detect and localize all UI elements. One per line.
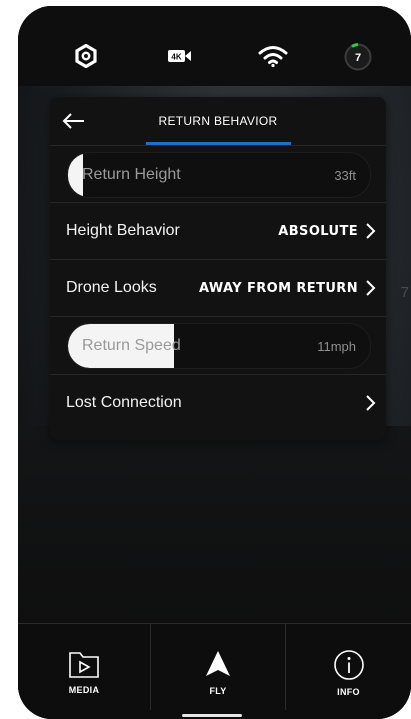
camera-4k-icon: 4K: [168, 50, 191, 62]
bottom-nav: MEDIA FLY INFO: [18, 623, 411, 719]
return-speed-value: 11mph: [317, 339, 356, 354]
return-speed-row: Return Speed 11mph: [50, 317, 386, 375]
return-speed-slider[interactable]: Return Speed 11mph: [67, 323, 371, 369]
camera-mode-button[interactable]: 4K: [166, 42, 194, 70]
height-behavior-label: Height Behavior: [66, 222, 180, 239]
title-underline: [146, 142, 291, 145]
return-speed-label: Return Speed: [82, 337, 181, 354]
resolution-badge: 4K: [171, 53, 181, 62]
nav-fly-label: FLY: [209, 686, 227, 696]
settings-icon: [75, 44, 97, 68]
nav-media-label: MEDIA: [68, 685, 100, 695]
nav-media[interactable]: MEDIA: [18, 624, 150, 719]
height-behavior-value: ABSOLUTE: [278, 224, 358, 239]
height-behavior-row[interactable]: Height Behavior ABSOLUTE: [50, 203, 386, 260]
lost-connection-row[interactable]: Lost Connection: [50, 375, 386, 431]
background-digit: 7: [400, 284, 409, 301]
top-status-bar: 4K 7: [18, 6, 411, 86]
nav-info[interactable]: INFO: [286, 624, 411, 719]
wifi-status-button[interactable]: [255, 42, 291, 70]
info-icon: [333, 650, 364, 680]
wifi-icon: [258, 46, 288, 68]
chevron-right-icon: [366, 280, 376, 296]
drone-looks-label: Drone Looks: [66, 279, 157, 296]
drone-looks-value: AWAY FROM RETURN: [199, 281, 358, 296]
return-height-slider-fill: [68, 153, 84, 197]
panel-header: RETURN BEHAVIOR: [50, 97, 386, 146]
panel-title: RETURN BEHAVIOR: [158, 114, 278, 128]
nav-info-label: INFO: [337, 687, 360, 697]
return-height-value: 33ft: [334, 168, 356, 183]
fly-arrow-icon: [206, 651, 230, 676]
satellite-icon: 7: [344, 43, 372, 71]
phone-screen: 4K 7 7 RETURN BEHAVIOR Return Height 33f…: [18, 6, 411, 719]
drone-looks-row[interactable]: Drone Looks AWAY FROM RETURN: [50, 260, 386, 317]
satellite-status-button[interactable]: 7: [343, 42, 373, 72]
return-behavior-panel: RETURN BEHAVIOR Return Height 33ft Heigh…: [50, 97, 386, 440]
chevron-right-icon: [366, 395, 376, 411]
chevron-right-icon: [366, 223, 376, 239]
satellite-count: 7: [355, 52, 361, 64]
settings-button[interactable]: [72, 42, 100, 70]
return-height-slider[interactable]: Return Height 33ft: [67, 152, 371, 198]
lost-connection-label: Lost Connection: [66, 394, 182, 411]
return-height-label: Return Height: [82, 166, 181, 183]
return-height-row: Return Height 33ft: [50, 146, 386, 203]
home-indicator[interactable]: [182, 714, 242, 717]
media-folder-icon: [69, 652, 99, 678]
nav-fly[interactable]: FLY: [151, 624, 285, 719]
